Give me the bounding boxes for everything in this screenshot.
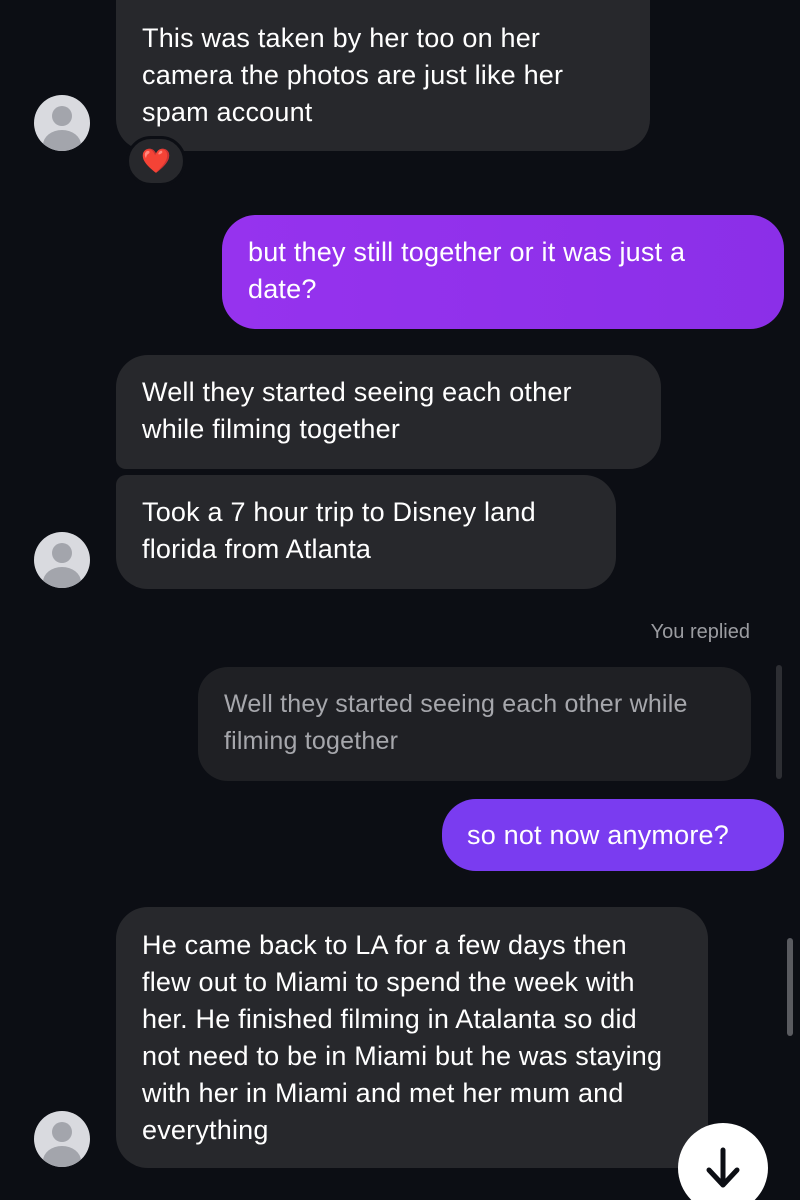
reply-indicator-bar <box>776 665 782 779</box>
incoming-message-bubble[interactable]: He came back to LA for a few days then f… <box>116 907 708 1168</box>
message-text: He came back to LA for a few days then f… <box>142 930 663 1145</box>
avatar-body <box>43 130 81 151</box>
message-text: This was taken by her too on her camera … <box>142 23 564 127</box>
outgoing-message-bubble[interactable]: but they still together or it was just a… <box>222 215 784 329</box>
quoted-text: Well they started seeing each other whil… <box>224 690 688 755</box>
scrollbar[interactable] <box>787 938 793 1036</box>
message-text: so not now anymore? <box>467 820 729 850</box>
avatar[interactable] <box>34 95 90 151</box>
avatar[interactable] <box>34 1111 90 1167</box>
heart-icon: ❤️ <box>141 147 171 175</box>
arrow-down-icon <box>706 1147 740 1188</box>
message-text: but they still together or it was just a… <box>248 237 686 304</box>
avatar-head <box>52 1122 72 1142</box>
incoming-message-bubble[interactable]: Well they started seeing each other whil… <box>116 355 661 469</box>
heart-reaction[interactable]: ❤️ <box>126 136 186 186</box>
you-replied-label: You replied <box>650 621 750 643</box>
incoming-message-bubble[interactable]: Took a 7 hour trip to Disney land florid… <box>116 475 616 589</box>
outgoing-message-bubble[interactable]: so not now anymore? <box>442 799 784 871</box>
message-text: Took a 7 hour trip to Disney land florid… <box>142 497 536 564</box>
avatar-head <box>52 106 72 126</box>
scroll-to-bottom-button[interactable] <box>678 1123 768 1200</box>
incoming-message-bubble[interactable]: This was taken by her too on her camera … <box>116 0 650 151</box>
chat-thread: This was taken by her too on her camera … <box>0 0 800 1200</box>
message-text: Well they started seeing each other whil… <box>142 377 572 444</box>
avatar[interactable] <box>34 532 90 588</box>
avatar-head <box>52 543 72 563</box>
avatar-body <box>43 567 81 588</box>
quoted-reply-bubble[interactable]: Well they started seeing each other whil… <box>198 667 751 781</box>
avatar-body <box>43 1146 81 1167</box>
